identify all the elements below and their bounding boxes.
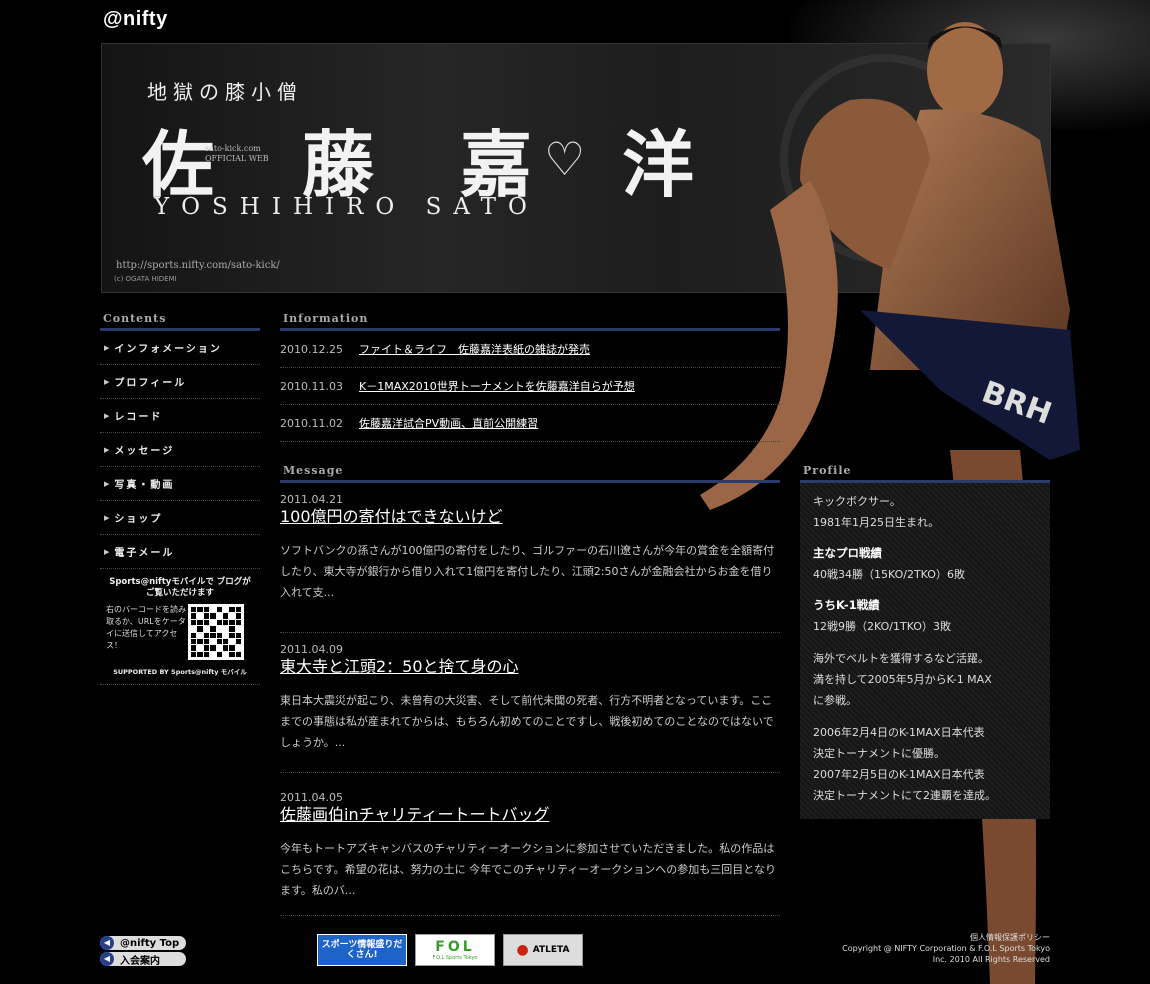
banner-name: YOSHIHIRO SATO: [154, 194, 539, 220]
fol-banner[interactable]: FOL F.O.L Sports Tokyo: [415, 934, 495, 966]
footer-nav: ◀ @nifty Top ◀ 入会案内: [100, 936, 186, 968]
sidebar-item-photo-video[interactable]: ▶ 写真・動画: [100, 467, 260, 501]
copyright-line-2: Inc. 2010 All Rights Reserved: [932, 955, 1050, 964]
post-excerpt: 東日本大震災が起こり、未曾有の大災害、そして前代未聞の死者、行方不明者となってい…: [280, 694, 774, 749]
arrow-icon: ▶: [104, 513, 110, 522]
svg-text:BRH: BRH: [977, 375, 1056, 432]
join-button[interactable]: ◀ 入会案内: [100, 952, 186, 967]
post-title-link[interactable]: 100億円の寄付はできないけど: [280, 507, 503, 526]
profile-record-heading: 主なプロ戦績: [813, 546, 882, 560]
arrow-icon: ▶: [104, 445, 110, 454]
mobile-text[interactable]: 右のバーコードを読み取るか、URLをケータイに送信してアクセス！: [106, 604, 188, 660]
arrow-left-icon: ◀: [100, 936, 114, 950]
atleta-banner[interactable]: ● ATLETA: [503, 934, 583, 966]
sidebar-item-information[interactable]: ▶ インフォメーション: [100, 331, 260, 365]
message-post: 2011.04.21 100億円の寄付はできないけど ソフトバンクの孫さんが10…: [280, 483, 780, 633]
sponsor-banners: スポーツ情報盛りだくさん! FOL F.O.L Sports Tokyo ● A…: [317, 934, 583, 966]
message-post: 2011.04.05 佐藤画伯inチャリティートートバッグ 今年もトートアズキャ…: [280, 773, 780, 916]
list-item: 2010.11.02 佐藤嘉洋試合PV動画、直前公開練習: [280, 405, 780, 442]
sidebar-heading: Contents: [100, 310, 260, 331]
footer-legal: 個人情報保護ポリシー Copyright @ NIFTY Corporation…: [842, 932, 1050, 965]
post-excerpt: 今年もトートアズキャンバスのチャリティーオークションに参加させていただきました。…: [280, 842, 776, 897]
list-item: 2010.11.03 K－1MAX2010世界トーナメントを佐藤嘉洋自らが予想: [280, 368, 780, 405]
banner-official-text: sato-kick.com OFFICIAL WEB: [205, 144, 269, 163]
info-link[interactable]: K－1MAX2010世界トーナメントを佐藤嘉洋自らが予想: [359, 378, 635, 394]
nifty-top-button[interactable]: ◀ @nifty Top: [100, 936, 186, 950]
mobile-footer: SUPPORTED BY Sports@nifty モバイル: [113, 668, 247, 676]
message-heading: Message: [280, 462, 780, 483]
info-link[interactable]: 佐藤嘉洋試合PV動画、直前公開練習: [359, 415, 538, 431]
atleta-logo-icon: ●: [516, 942, 529, 958]
post-date: 2011.04.21: [280, 493, 343, 506]
arrow-icon: ▶: [104, 411, 110, 420]
header: @nifty: [103, 8, 303, 38]
banner-emblem: [780, 54, 990, 264]
sidebar-item-email[interactable]: ▶ 電子メール: [100, 535, 260, 569]
post-date: 2011.04.05: [280, 791, 343, 804]
post-date: 2011.04.09: [280, 643, 343, 656]
sidebar-item-shop[interactable]: ▶ ショップ: [100, 501, 260, 535]
privacy-policy-link[interactable]: 個人情報保護ポリシー: [970, 933, 1050, 942]
banner-kanji-4: 洋: [622, 122, 695, 207]
arrow-left-icon: ◀: [100, 952, 114, 966]
post-title-link[interactable]: 佐藤画伯inチャリティートートバッグ: [280, 805, 549, 824]
message-section: Message 2011.04.21 100億円の寄付はできないけど ソフトバン…: [280, 462, 780, 916]
qr-code-icon: [188, 604, 244, 660]
sidebar-item-record[interactable]: ▶ レコード: [100, 399, 260, 433]
profile-heading: Profile: [800, 462, 1050, 483]
arrow-icon: ▶: [104, 479, 110, 488]
info-date: 2010.11.03: [280, 379, 343, 393]
copyright-line-1: Copyright @ NIFTY Corporation & F.O.L Sp…: [842, 944, 1050, 953]
banner-copyright: (c) OGATA HIDEMI: [114, 275, 177, 283]
heart-icon: ♡: [544, 132, 586, 186]
profile-section: Profile キックボクサー。 1981年1月25日生まれ。 主なプロ戦績 4…: [800, 462, 1050, 819]
sidebar-item-profile[interactable]: ▶ プロフィール: [100, 365, 260, 399]
arrow-icon: ▶: [104, 547, 110, 556]
post-excerpt: ソフトバンクの孫さんが100億円の寄付をしたり、ゴルファーの石川遼さんが今年の賞…: [280, 544, 775, 599]
list-item: 2010.12.25 ファイト＆ライフ 佐藤嘉洋表紙の雑誌が発売: [280, 331, 780, 368]
sidebar: Contents ▶ インフォメーション ▶ プロフィール ▶ レコード ▶ メッセージ…: [100, 310, 260, 685]
info-link[interactable]: ファイト＆ライフ 佐藤嘉洋表紙の雑誌が発売: [359, 341, 590, 357]
arrow-icon: ▶: [104, 343, 110, 352]
banner-url: http://sports.nifty.com/sato-kick/: [116, 260, 280, 271]
arrow-icon: ▶: [104, 377, 110, 386]
info-date: 2010.12.25: [280, 342, 343, 356]
banner-subtitle: 地獄の膝小僧: [147, 80, 303, 104]
mobile-title: Sports@niftyモバイルで ブログがご覧いただけます: [109, 577, 251, 598]
profile-k1-heading: うちK-1戦績: [813, 598, 880, 612]
profile-body: キックボクサー。 1981年1月25日生まれ。 主なプロ戦績 40戦34勝（15…: [800, 483, 1050, 819]
sports-info-banner[interactable]: スポーツ情報盛りだくさん!: [317, 934, 407, 966]
hero-banner: 地獄の膝小僧 佐 藤 sato-kick.com OFFICIAL WEB 嘉 …: [101, 43, 1051, 293]
nifty-logo[interactable]: @nifty: [103, 8, 168, 30]
info-date: 2010.11.02: [280, 416, 343, 430]
information-section: Information 2010.12.25 ファイト＆ライフ 佐藤嘉洋表紙の雑…: [280, 310, 780, 442]
mobile-promo: Sports@niftyモバイルで ブログがご覧いただけます 右のバーコードを読…: [100, 569, 260, 685]
sidebar-item-message[interactable]: ▶ メッセージ: [100, 433, 260, 467]
information-heading: Information: [280, 310, 780, 331]
message-post: 2011.04.09 東大寺と江頭2：50と捨て身の心 東日本大震災が起こり、未…: [280, 633, 780, 773]
post-title-link[interactable]: 東大寺と江頭2：50と捨て身の心: [280, 657, 519, 676]
